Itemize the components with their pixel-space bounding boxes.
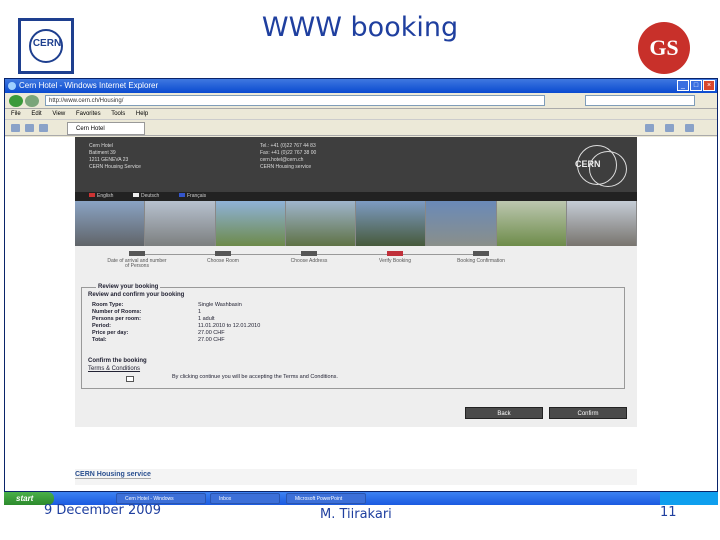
menu-bar: File Edit View Favorites Tools Help — [5, 109, 717, 120]
step-choose-address: Choose Address — [279, 251, 339, 264]
lang-english[interactable]: English — [89, 192, 113, 201]
add-favorite-icon[interactable] — [25, 124, 34, 132]
menu-favorites[interactable]: Favorites — [76, 111, 101, 117]
site-cern-logo: CERN — [571, 141, 633, 191]
menu-tools[interactable]: Tools — [111, 111, 125, 117]
photo — [145, 201, 216, 246]
site-header: Cern Hotel Batiment 39 1211 GENEVA 23 CE… — [75, 137, 637, 192]
page-viewport: Cern Hotel Batiment 39 1211 GENEVA 23 CE… — [5, 137, 717, 491]
window-controls: _ □ × — [677, 80, 715, 91]
address-bar: http://www.cern.ch/Housing/ — [5, 93, 717, 109]
confirm-button[interactable]: Confirm — [549, 407, 627, 419]
address-line: CERN Housing Service — [89, 164, 141, 170]
slide-title: WWW booking — [261, 12, 459, 43]
photo-strip — [75, 201, 637, 246]
photo — [215, 201, 286, 246]
gs-logo: GS — [638, 22, 690, 74]
language-bar: English Deutsch Français — [75, 192, 637, 201]
booking-steps: Date of arrival and number of Persons Ch… — [75, 246, 637, 281]
address-line: 1211 GENEVA 23 — [89, 157, 129, 163]
menu-view[interactable]: View — [52, 111, 65, 117]
step-confirmation: Booking Confirmation — [451, 251, 511, 264]
hotel-site: Cern Hotel Batiment 39 1211 GENEVA 23 CE… — [75, 137, 637, 427]
footer-date: 9 December 2009 — [44, 503, 162, 518]
site-footer-bar — [75, 469, 637, 485]
contact-line: CERN Housing service — [260, 164, 312, 170]
hotel-address: Cern Hotel Batiment 39 1211 GENEVA 23 CE… — [89, 143, 141, 171]
browser-titlebar: Cern Hotel - Windows Internet Explorer _… — [5, 79, 717, 93]
minimize-icon[interactable]: _ — [677, 80, 689, 91]
review-subtitle: Review and confirm your booking — [88, 292, 185, 298]
search-input[interactable] — [585, 95, 695, 106]
step-choose-room: Choose Room — [193, 251, 253, 264]
ie-icon — [8, 82, 16, 90]
address-line: Batiment 39 — [89, 150, 116, 156]
photo — [356, 201, 427, 246]
menu-file[interactable]: File — [11, 111, 21, 117]
contact-email-link[interactable]: cern.hotel@cern.ch — [260, 157, 316, 164]
photo — [75, 201, 146, 246]
browser-window: Cern Hotel - Windows Internet Explorer _… — [4, 78, 718, 492]
terms-checkbox[interactable] — [126, 376, 134, 382]
task-inbox[interactable]: Inbox — [210, 493, 280, 504]
contact-line: Tel.: +41 (0)22 767 44 83 — [260, 143, 316, 149]
page-menu-icon[interactable] — [685, 124, 694, 132]
tab-bar: Cern Hotel — [5, 120, 717, 136]
confirm-title: Confirm the booking — [88, 358, 147, 364]
photo — [566, 201, 637, 246]
forward-nav-icon[interactable] — [25, 95, 39, 107]
close-icon[interactable]: × — [703, 80, 715, 91]
favorites-star-icon[interactable] — [11, 124, 20, 132]
maximize-icon[interactable]: □ — [690, 80, 702, 91]
review-box: Review your booking Review and confirm y… — [81, 284, 625, 389]
field-row: Persons per room: 1 adult — [92, 316, 215, 322]
field-row: Total: 27.00 CHF — [92, 337, 225, 343]
photo — [496, 201, 567, 246]
step-verify-booking: Verify Booking — [365, 251, 425, 264]
photo — [426, 201, 497, 246]
field-row: Number of Rooms: 1 — [92, 309, 202, 315]
back-nav-icon[interactable] — [9, 95, 23, 107]
hotel-contact: Tel.: +41 (0)22 767 44 83 Fax: +41 (0)22… — [260, 143, 316, 171]
field-row: Period: 11.01.2010 to 12.01.2010 — [92, 323, 261, 329]
menu-edit[interactable]: Edit — [31, 111, 41, 117]
site-footer: CERN Housing service — [75, 471, 151, 479]
page-number: 11 — [660, 505, 677, 520]
field-row: Price per day: 27.00 CHF — [92, 330, 225, 336]
field-row: Room Type: Single Washbasin — [92, 302, 242, 308]
window-title: Cern Hotel - Windows Internet Explorer — [19, 81, 159, 90]
photo — [285, 201, 356, 246]
lang-deutsch[interactable]: Deutsch — [133, 192, 159, 201]
back-button[interactable]: Back — [465, 407, 543, 419]
terms-text: By clicking continue you will be accepti… — [172, 374, 338, 380]
menu-help[interactable]: Help — [136, 111, 148, 117]
system-tray — [660, 492, 718, 505]
print-icon[interactable] — [665, 124, 674, 132]
hotel-name: Cern Hotel — [89, 143, 113, 149]
contact-line: Fax: +41 (0)22 767 38 00 — [260, 150, 317, 156]
task-powerpoint[interactable]: Microsoft PowerPoint — [286, 493, 366, 504]
terms-link[interactable]: Terms & Conditions — [88, 366, 140, 372]
step-arrival: Date of arrival and number of Persons — [107, 251, 167, 269]
lang-francais[interactable]: Français — [179, 192, 206, 201]
review-title: Review your booking — [96, 284, 161, 290]
footer-author: M. Tiirakari — [320, 507, 392, 522]
home-icon[interactable] — [645, 124, 654, 132]
tab-list-icon[interactable] — [39, 124, 48, 132]
tab-cern-hotel[interactable]: Cern Hotel — [67, 122, 145, 135]
address-input[interactable]: http://www.cern.ch/Housing/ — [45, 95, 545, 106]
